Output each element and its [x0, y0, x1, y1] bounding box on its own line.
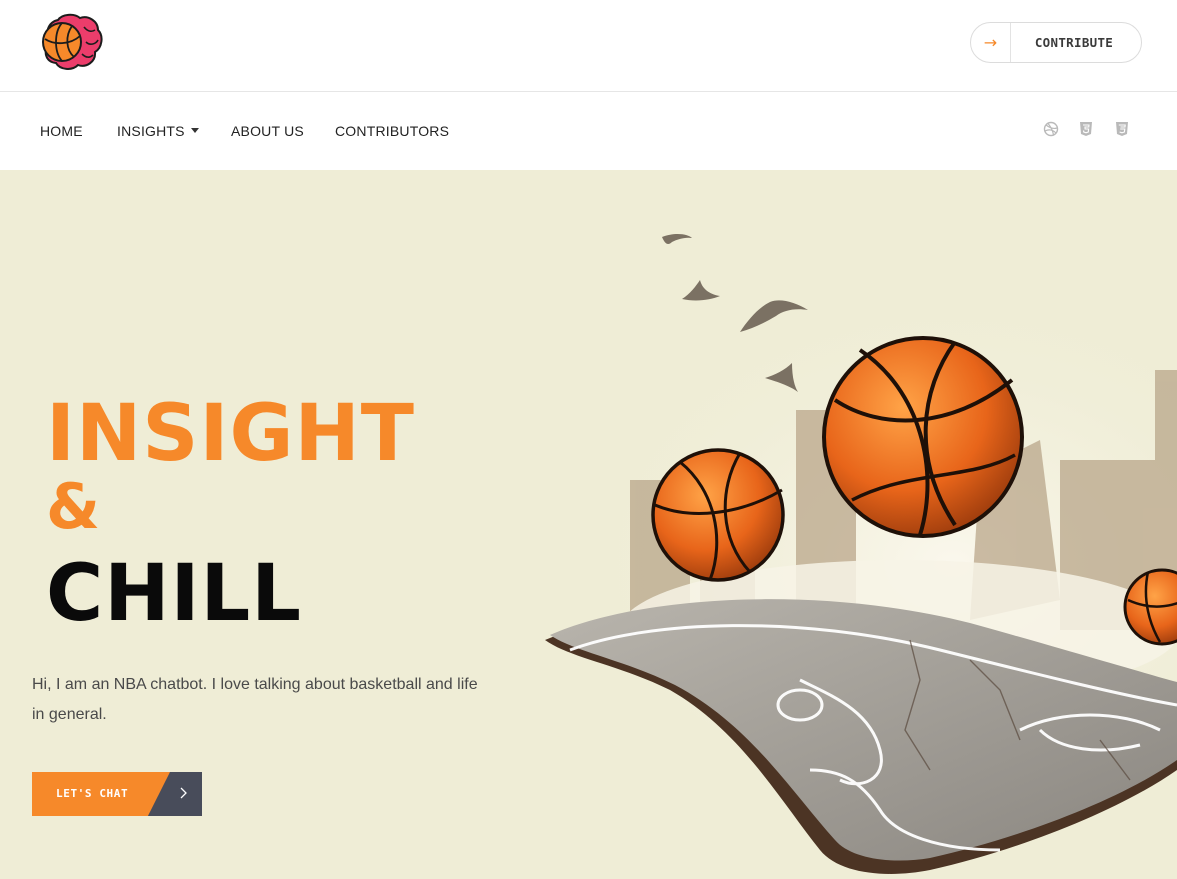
html5-icon[interactable]	[1078, 121, 1094, 137]
css3-icon[interactable]	[1114, 121, 1130, 137]
nav-item-contributors[interactable]: CONTRIBUTORS	[335, 123, 449, 139]
logo-icon[interactable]	[40, 12, 104, 70]
hero-intro-text: Hi, I am an NBA chatbot. I love talking …	[32, 676, 478, 723]
hero-section: INSIGHT & CHILL Hi, I am an NBA chatbot.…	[0, 170, 1177, 879]
dropdown-caret-icon	[190, 128, 199, 133]
nav-item-about-us[interactable]: ABOUT US	[231, 123, 304, 139]
arrow-right-icon: →	[971, 23, 1011, 62]
main-nav: HOME INSIGHTS ABOUT US CONTRIBUTORS	[0, 93, 1177, 170]
small-basketball	[651, 448, 785, 582]
contribute-label: CONTRIBUTE	[1034, 35, 1114, 50]
contribute-button[interactable]: → CONTRIBUTE	[970, 22, 1142, 63]
nav-item-insights-label: INSIGHTS	[117, 123, 185, 139]
hero-title-line-1: INSIGHT	[46, 389, 416, 479]
dribbble-icon[interactable]	[1043, 121, 1059, 137]
lets-chat-button[interactable]: LET'S CHAT	[32, 772, 202, 816]
hero-title-line-3: CHILL	[46, 549, 302, 639]
chevron-right-icon	[175, 783, 191, 803]
basketball-court-illustration	[500, 210, 1177, 879]
large-basketball	[822, 336, 1024, 538]
top-header: → CONTRIBUTE	[0, 0, 1177, 92]
nav-item-home[interactable]: HOME	[40, 123, 83, 139]
nav-item-insights[interactable]: INSIGHTS	[117, 123, 199, 139]
hero-title-line-2: &	[46, 470, 102, 543]
cta-label: LET'S CHAT	[56, 787, 129, 800]
